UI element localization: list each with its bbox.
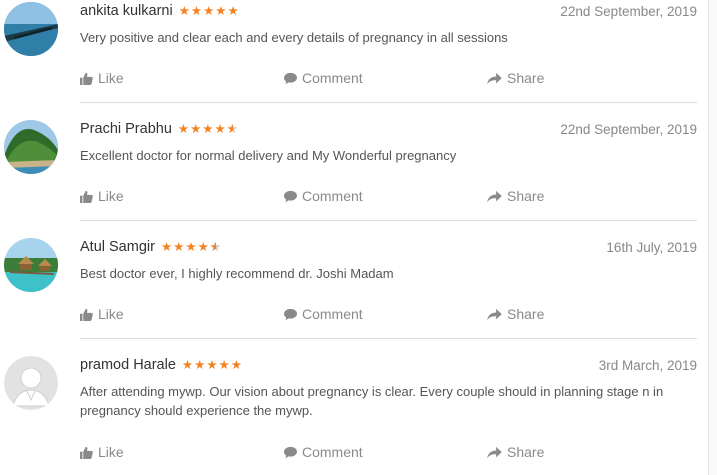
share-arrow-icon bbox=[487, 308, 502, 320]
review-text: Excellent doctor for normal delivery and… bbox=[80, 148, 457, 163]
reviewer-avatar[interactable] bbox=[4, 2, 58, 56]
like-label: Like bbox=[98, 306, 124, 322]
comment-icon bbox=[284, 308, 297, 320]
comment-label: Comment bbox=[302, 188, 363, 204]
share-button[interactable]: Share bbox=[487, 306, 544, 322]
comment-label: Comment bbox=[302, 306, 363, 322]
reviewer-avatar[interactable] bbox=[4, 120, 58, 174]
thumbs-up-icon bbox=[80, 190, 93, 203]
review-date: 22nd September, 2019 bbox=[560, 4, 697, 19]
reviewer-name: pramod Harale bbox=[80, 356, 176, 373]
comment-label: Comment bbox=[302, 444, 363, 460]
divider bbox=[80, 338, 697, 339]
reviewer-name: ankita kulkarni bbox=[80, 2, 173, 19]
review-date: 22nd September, 2019 bbox=[560, 122, 697, 137]
like-button[interactable]: Like bbox=[80, 444, 124, 460]
reviewer-name: Prachi Prabhu bbox=[80, 120, 172, 137]
like-label: Like bbox=[98, 70, 124, 86]
review-date: 3rd March, 2019 bbox=[598, 358, 697, 373]
share-arrow-icon bbox=[487, 72, 502, 84]
rating-stars: ★★★★★ bbox=[178, 121, 239, 136]
comment-button[interactable]: Comment bbox=[284, 306, 363, 322]
like-label: Like bbox=[98, 188, 124, 204]
rating-stars: ★★★★★ bbox=[181, 358, 243, 373]
reviewer-avatar[interactable] bbox=[4, 356, 58, 410]
thumbs-up-icon bbox=[80, 72, 93, 85]
share-button[interactable]: Share bbox=[487, 444, 544, 460]
comment-icon bbox=[284, 446, 297, 458]
thumbs-up-icon bbox=[80, 308, 93, 321]
divider bbox=[80, 102, 697, 103]
thumbs-up-icon bbox=[80, 446, 93, 459]
share-label: Share bbox=[507, 188, 545, 204]
scrollbar[interactable] bbox=[708, 0, 717, 475]
comment-label: Comment bbox=[302, 70, 363, 86]
like-button[interactable]: Like bbox=[80, 70, 124, 86]
rating-stars: ★★★★★ bbox=[178, 4, 240, 19]
review-text: After attending mywp. Our vision about p… bbox=[80, 384, 664, 418]
comment-button[interactable]: Comment bbox=[284, 188, 363, 204]
like-button[interactable]: Like bbox=[80, 188, 124, 204]
review-date: 16th July, 2019 bbox=[606, 240, 697, 255]
comment-icon bbox=[284, 190, 297, 202]
like-button[interactable]: Like bbox=[80, 306, 124, 322]
reviewer-name: Atul Samgir bbox=[80, 238, 155, 255]
share-label: Share bbox=[507, 70, 545, 86]
comment-button[interactable]: Comment bbox=[284, 444, 363, 460]
share-arrow-icon bbox=[487, 446, 502, 458]
review-text: Very positive and clear each and every d… bbox=[80, 30, 508, 45]
share-arrow-icon bbox=[487, 190, 502, 202]
review-text: Best doctor ever, I highly recommend dr.… bbox=[80, 266, 394, 281]
like-label: Like bbox=[98, 444, 124, 460]
reviewer-avatar[interactable] bbox=[4, 238, 58, 292]
divider bbox=[80, 220, 697, 221]
rating-stars: ★★★★★ bbox=[161, 239, 222, 254]
share-button[interactable]: Share bbox=[487, 70, 544, 86]
default-user-icon bbox=[4, 356, 58, 410]
comment-button[interactable]: Comment bbox=[284, 70, 363, 86]
share-label: Share bbox=[507, 306, 545, 322]
share-label: Share bbox=[507, 444, 545, 460]
share-button[interactable]: Share bbox=[487, 188, 544, 204]
comment-icon bbox=[284, 72, 297, 84]
